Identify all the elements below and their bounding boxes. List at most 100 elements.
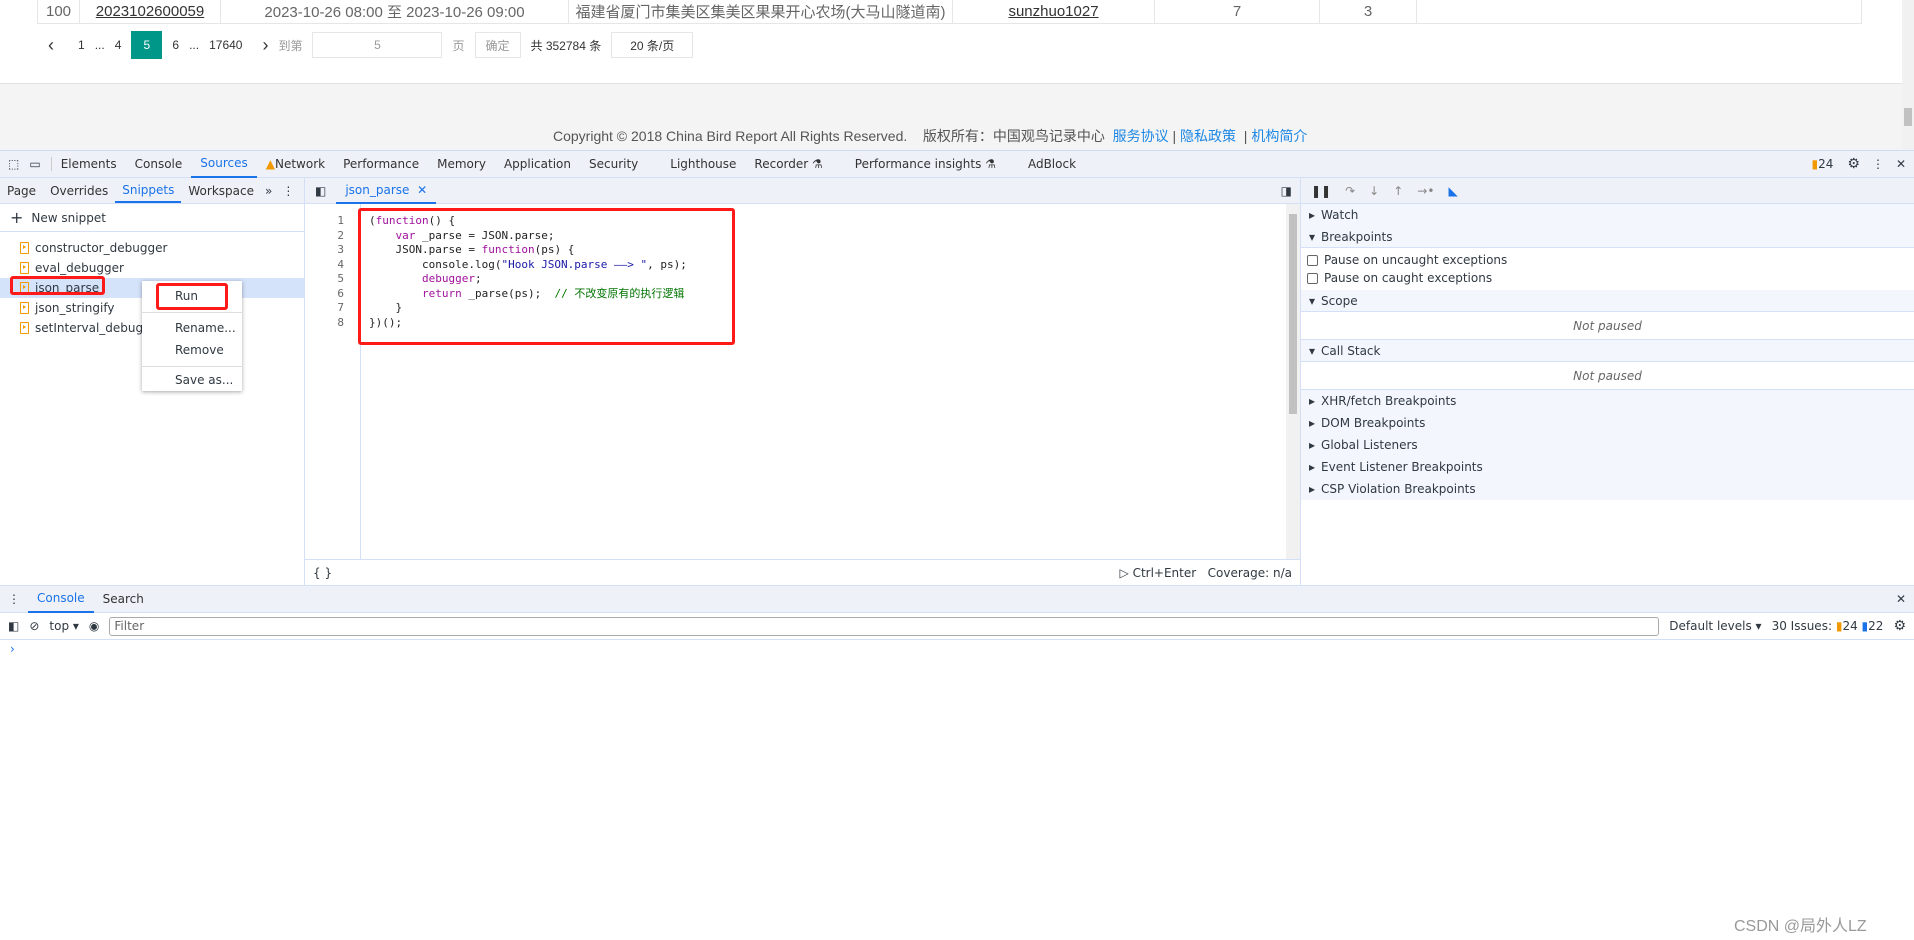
coverage: Coverage: n/a [1207,565,1292,580]
scope-status: Not paused [1301,312,1914,340]
page-5-current[interactable]: 5 [131,31,163,59]
run-icon[interactable]: ▷ [1120,566,1129,580]
terms-link[interactable]: 服务协议 [1113,128,1169,144]
tab-performance-insights[interactable]: Performance insights ⚗ [846,151,1005,178]
nav-tab-snippets[interactable]: Snippets [115,178,182,203]
goto-label: 到第 [278,38,303,53]
menu-rename[interactable]: Rename... [142,317,242,339]
close-tab-icon[interactable]: ✕ [417,183,427,197]
tab-application[interactable]: Application [495,151,580,178]
flask-icon: ⚗ [985,157,996,171]
page-6[interactable]: 6 [172,38,179,52]
pause-caught-checkbox[interactable]: Pause on caught exceptions [1307,269,1908,287]
pretty-print-button[interactable]: { } [313,566,332,580]
device-toggle-icon[interactable]: ▭ [25,157,52,171]
inspect-icon[interactable]: ⬚ [0,157,25,171]
tab-network[interactable]: ▲ Network [257,151,334,178]
toggle-navigator-icon[interactable]: ◧ [305,184,336,198]
pause-icon[interactable]: ❚❚ [1311,184,1331,198]
issues-counter[interactable]: 30 Issues: ▮24 ▮22 [1772,619,1884,633]
nav-tab-workspace[interactable]: Workspace [181,178,261,203]
about-link[interactable]: 机构简介 [1251,128,1307,144]
tab-lighthouse[interactable]: Lighthouse [661,151,745,178]
per-page-select[interactable]: 20 条/页 [611,32,694,58]
ellipsis: ... [94,38,105,52]
menu-save-as[interactable]: Save as... [142,369,242,391]
clear-console-icon[interactable]: ⊘ [29,619,39,633]
snippet-file-icon [20,322,29,334]
deactivate-breakpoints-icon[interactable]: ◣ [1448,184,1457,198]
drawer-tab-search[interactable]: Search [94,586,153,613]
step-out-icon[interactable]: ↑ [1393,184,1403,198]
prev-page-button[interactable]: ‹ [48,35,68,56]
issues-badge[interactable]: ▮24 [1811,157,1833,171]
log-levels-select[interactable]: Default levels ▾ [1669,619,1761,633]
dom-breakpoints-section[interactable]: ▸ DOM Breakpoints [1301,412,1914,434]
goto-page-input[interactable]: 5 [312,32,443,58]
total-count: 共 352784 条 [530,38,602,53]
flask-icon: ⚗ [812,157,823,171]
page-4[interactable]: 4 [115,38,122,52]
drawer-tabbar: ⋮ Console Search ✕ [0,585,1914,613]
step-over-icon[interactable]: ↷ [1345,184,1355,198]
tab-recorder[interactable]: Recorder ⚗ [745,151,831,178]
context-select[interactable]: top ▾ [49,619,79,633]
tab-performance[interactable]: Performance [334,151,428,178]
run-shortcut: Ctrl+Enter [1132,565,1197,580]
next-page-button[interactable]: › [262,35,268,56]
sidebar-toggle-icon[interactable]: ◧ [8,619,19,633]
snippet-item[interactable]: eval_debugger [0,258,304,278]
page-last[interactable]: 17640 [209,38,242,52]
close-devtools-icon[interactable]: ✕ [1896,157,1906,171]
page-1[interactable]: 1 [78,38,85,52]
privacy-link[interactable]: 隐私政策 [1180,128,1236,144]
editor-scrollbar[interactable] [1286,204,1300,559]
tab-memory[interactable]: Memory [428,151,495,178]
pause-uncaught-checkbox[interactable]: Pause on uncaught exceptions [1307,251,1908,269]
more-icon[interactable]: ⋮ [282,184,294,198]
menu-remove[interactable]: Remove [142,339,242,361]
new-snippet-button[interactable]: + New snippet [0,204,304,232]
nav-tab-page[interactable]: Page [0,178,43,203]
page-scrollbar[interactable] [1902,0,1914,150]
event-listener-breakpoints-section[interactable]: ▸ Event Listener Breakpoints [1301,456,1914,478]
tab-elements[interactable]: Elements [52,151,126,178]
close-drawer-icon[interactable]: ✕ [1896,592,1914,606]
snippet-file-icon [20,242,29,254]
drawer-menu-icon[interactable]: ⋮ [0,592,28,606]
more-icon[interactable]: ⋮ [1872,157,1884,171]
record-id-link[interactable]: 2023102600059 [96,3,204,20]
filter-input[interactable]: Filter [109,616,1660,636]
xhr-breakpoints-section[interactable]: ▸ XHR/fetch Breakpoints [1301,390,1914,412]
tab-sources[interactable]: Sources [191,151,257,178]
live-expression-eye-icon[interactable]: ◉ [89,619,99,633]
drawer-tab-console[interactable]: Console [28,586,94,613]
step-icon[interactable]: →• [1417,184,1434,198]
snippet-item[interactable]: constructor_debugger [0,238,304,258]
confirm-button[interactable]: 确定 [474,32,521,58]
more-tabs-icon[interactable]: » [265,184,272,198]
csp-breakpoints-section[interactable]: ▸ CSP Violation Breakpoints [1301,478,1914,500]
line-numbers: 12345678 [305,204,361,559]
scope-section[interactable]: ▾ Scope [1301,290,1914,312]
settings-icon[interactable]: ⚙ [1847,156,1860,172]
tab-security[interactable]: Security [580,151,647,178]
editor-tab[interactable]: json_parse ✕ [336,177,437,204]
call-stack-status: Not paused [1301,362,1914,390]
toggle-debugger-icon[interactable]: ◨ [1273,184,1300,198]
user-link[interactable]: sunzhuo1027 [1008,3,1098,20]
row-index: 100 [38,0,80,23]
console-settings-icon[interactable]: ⚙ [1893,618,1914,634]
watch-section[interactable]: ▸ Watch [1301,204,1914,226]
call-stack-section[interactable]: ▾ Call Stack [1301,340,1914,362]
tab-console[interactable]: Console [126,151,192,178]
nav-tab-overrides[interactable]: Overrides [43,178,115,203]
tab-adblock[interactable]: AdBlock [1019,151,1085,178]
copyright: Copyright © 2018 China Bird Report All R… [553,128,1308,144]
plus-icon: + [10,208,24,227]
console-prompt[interactable]: › [10,642,15,656]
step-into-icon[interactable]: ↓ [1369,184,1379,198]
snippet-file-icon [20,262,29,274]
global-listeners-section[interactable]: ▸ Global Listeners [1301,434,1914,456]
breakpoints-section[interactable]: ▾ Breakpoints [1301,226,1914,248]
